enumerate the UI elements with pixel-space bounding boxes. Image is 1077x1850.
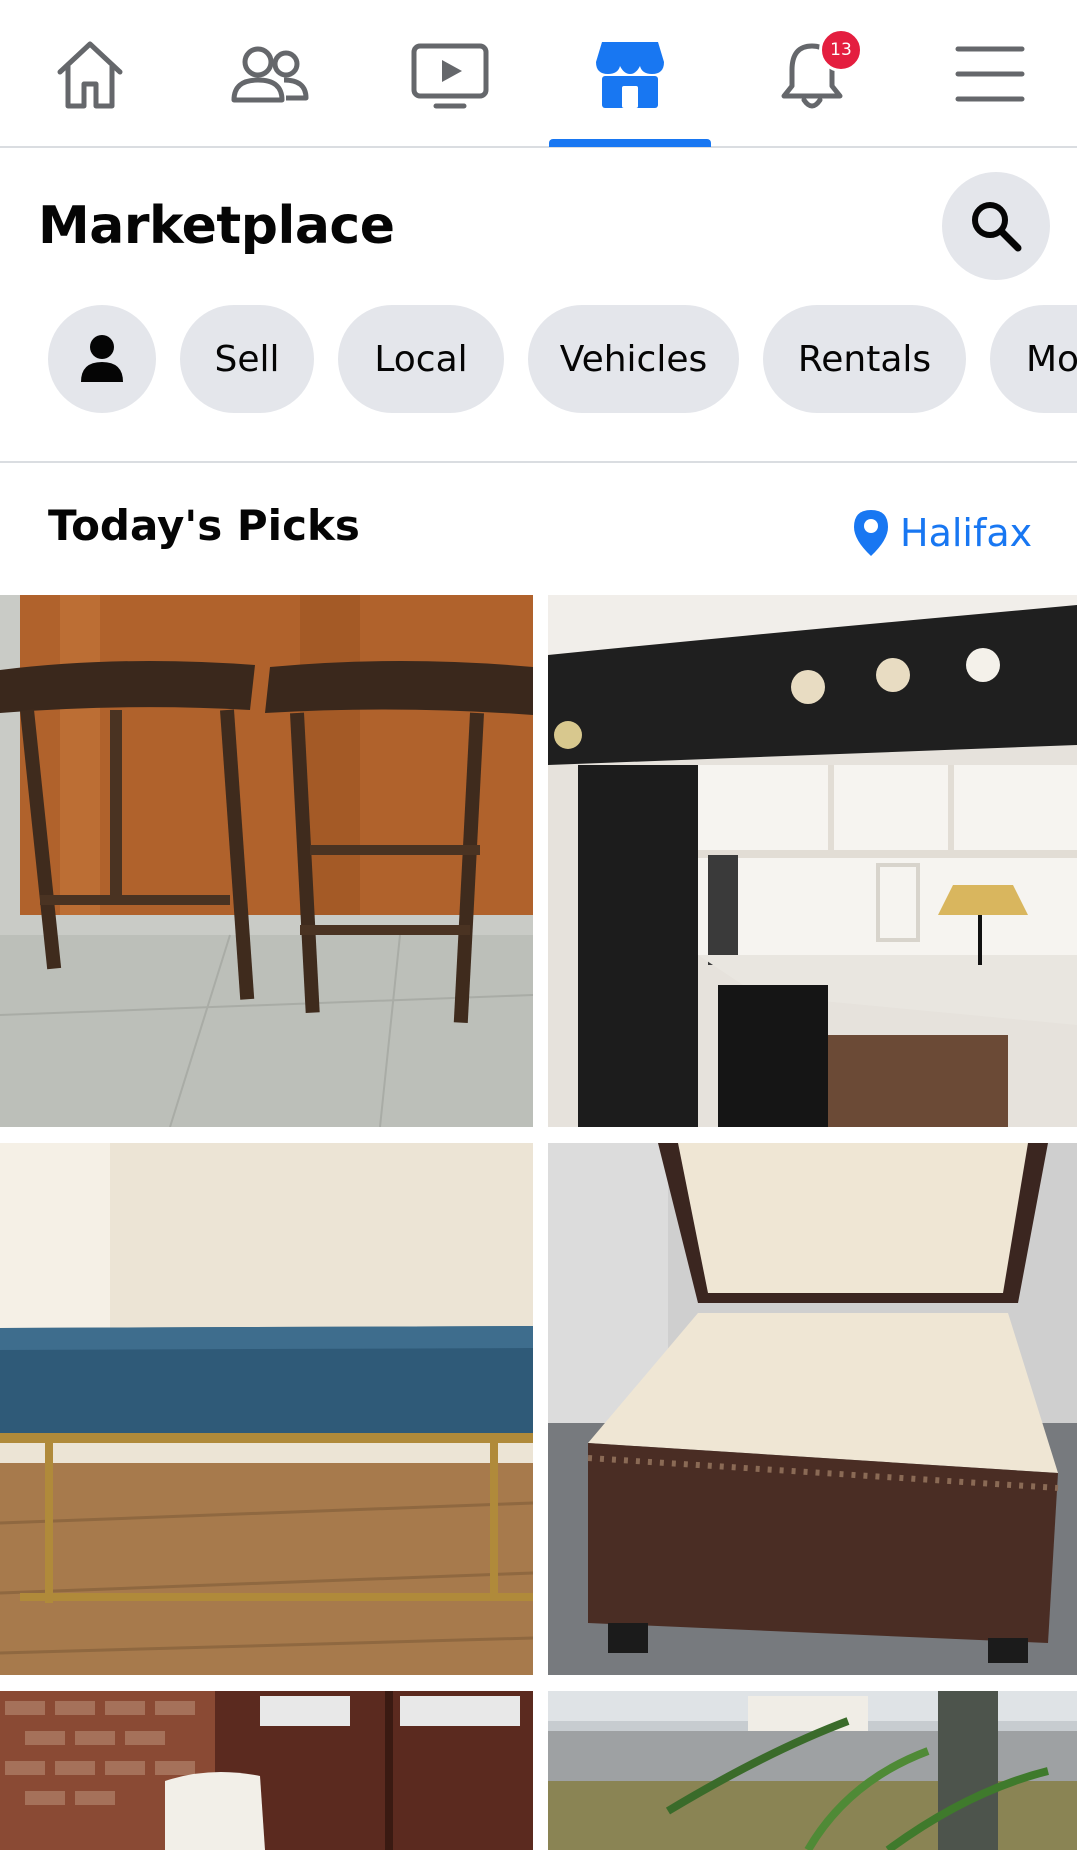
todays-picks-heading: Today's Picks xyxy=(48,501,360,550)
velvet-bench-image xyxy=(0,1143,533,1675)
nav-watch-tab[interactable] xyxy=(390,26,510,122)
bar-stools-image xyxy=(0,595,533,1127)
active-tab-indicator xyxy=(549,139,711,147)
nav-home-tab[interactable] xyxy=(30,26,150,122)
location-selector[interactable]: Halifax xyxy=(852,503,1032,563)
local-chip[interactable]: Local xyxy=(338,305,504,413)
profile-icon xyxy=(81,335,123,382)
nav-menu-tab[interactable] xyxy=(930,26,1050,122)
category-chips: Sell Local Vehicles Rentals Mo xyxy=(0,305,1077,415)
listing-tile-storage-ottoman[interactable] xyxy=(548,1143,1077,1675)
listing-tile-loft-bed-desk[interactable] xyxy=(548,595,1077,1127)
search-button[interactable] xyxy=(942,172,1050,280)
rentals-chip[interactable]: Rentals xyxy=(763,305,966,413)
page-title: Marketplace xyxy=(38,196,395,256)
sell-chip[interactable]: Sell xyxy=(180,305,314,413)
notification-count-badge: 13 xyxy=(819,28,863,72)
loft-bed-desk-image xyxy=(548,595,1077,1127)
location-label: Halifax xyxy=(900,511,1033,555)
listing-tile-bar-stools[interactable] xyxy=(0,595,533,1127)
profile-chip[interactable] xyxy=(48,305,156,413)
marketplace-icon xyxy=(596,42,664,108)
top-navigation-bar: 13 xyxy=(0,0,1077,148)
local-chip-label: Local xyxy=(374,338,468,380)
vehicles-chip-label: Vehicles xyxy=(559,338,708,380)
listing-tile-brick-wall-door[interactable] xyxy=(0,1691,533,1850)
nav-friends-tab[interactable] xyxy=(210,26,330,122)
location-pin-icon xyxy=(854,510,888,556)
section-divider xyxy=(0,461,1077,463)
watch-icon xyxy=(411,43,489,109)
plant-window-yard-image xyxy=(548,1691,1077,1850)
search-icon xyxy=(972,202,1022,252)
nav-marketplace-tab[interactable] xyxy=(570,26,690,122)
storage-ottoman-image xyxy=(548,1143,1077,1675)
sell-chip-label: Sell xyxy=(214,338,280,380)
listing-tile-velvet-bench[interactable] xyxy=(0,1143,533,1675)
rentals-chip-label: Rentals xyxy=(797,338,932,380)
vehicles-chip[interactable]: Vehicles xyxy=(528,305,739,413)
home-icon xyxy=(57,41,123,109)
friends-icon xyxy=(231,46,309,103)
listing-tile-plant-window[interactable] xyxy=(548,1691,1077,1850)
more-chip-label: Mo xyxy=(1026,338,1077,380)
menu-icon xyxy=(955,46,1025,102)
more-chip[interactable]: Mo xyxy=(990,305,1077,413)
brick-wall-door-chair-image xyxy=(0,1691,533,1850)
